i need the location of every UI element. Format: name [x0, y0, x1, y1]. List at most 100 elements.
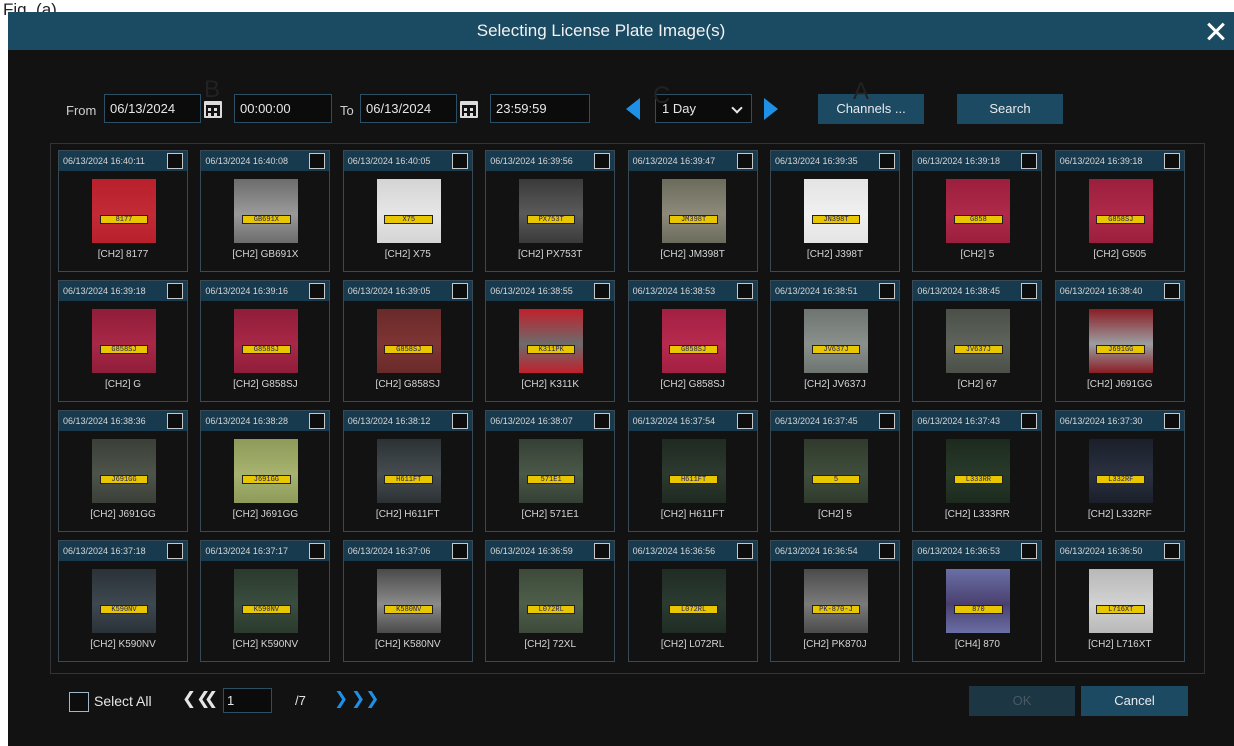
tile-checkbox[interactable]: [1021, 153, 1038, 169]
to-calendar-icon[interactable]: [460, 101, 478, 118]
tile-checkbox[interactable]: [451, 153, 468, 169]
close-icon[interactable]: [1200, 14, 1230, 48]
tile-checkbox[interactable]: [594, 283, 611, 299]
tile-checkbox[interactable]: [1163, 283, 1180, 299]
result-tile[interactable]: 06/13/2024 16:37:54 H611FT [CH2] H611FT: [627, 410, 758, 532]
plate-thumbnail[interactable]: PX753T: [519, 179, 584, 243]
plate-thumbnail[interactable]: L332RF: [1088, 439, 1153, 503]
result-tile[interactable]: 06/13/2024 16:39:16 G858SJ [CH2] G858SJ: [200, 280, 331, 402]
page-number-input[interactable]: 1: [223, 688, 272, 713]
result-tile[interactable]: 06/13/2024 16:40:05 X75 [CH2] X75: [342, 150, 473, 272]
tile-checkbox[interactable]: [736, 543, 753, 559]
tile-checkbox[interactable]: [451, 543, 468, 559]
select-all-label[interactable]: Select All: [94, 693, 152, 709]
plate-thumbnail[interactable]: J691GG: [92, 439, 156, 503]
plate-thumbnail[interactable]: G858SJ: [661, 309, 726, 373]
plate-thumbnail[interactable]: K311PK: [519, 309, 584, 373]
result-tile[interactable]: 06/13/2024 16:39:18 G858 [CH2] 5: [912, 150, 1043, 272]
result-tile[interactable]: 06/13/2024 16:38:40 J691GG [CH2] J691GG: [1054, 280, 1185, 402]
plate-thumbnail[interactable]: L716XT: [1088, 569, 1153, 633]
result-tile[interactable]: 06/13/2024 16:37:30 L332RF [CH2] L332RF: [1054, 410, 1185, 532]
tile-checkbox[interactable]: [1021, 543, 1038, 559]
tile-checkbox[interactable]: [594, 413, 611, 429]
plate-thumbnail[interactable]: JV637J: [946, 309, 1011, 373]
ok-button[interactable]: OK: [969, 686, 1075, 716]
plate-thumbnail[interactable]: G858: [946, 179, 1011, 243]
to-date-field[interactable]: 06/13/2024: [360, 94, 457, 123]
result-tile[interactable]: 06/13/2024 16:38:36 J691GG [CH2] J691GG: [58, 410, 188, 532]
tile-checkbox[interactable]: [309, 413, 326, 429]
plate-thumbnail[interactable]: K590NV: [234, 569, 299, 633]
result-tile[interactable]: 06/13/2024 16:36:59 L072RL [CH2] 72XL: [485, 540, 616, 662]
tile-checkbox[interactable]: [167, 543, 183, 559]
tile-checkbox[interactable]: [309, 283, 326, 299]
plate-thumbnail[interactable]: L333RR: [946, 439, 1011, 503]
plate-thumbnail[interactable]: G858SJ: [376, 309, 441, 373]
result-tile[interactable]: 06/13/2024 16:36:54 PK-870-J [CH2] PK870J: [770, 540, 900, 662]
plate-thumbnail[interactable]: 571E1: [519, 439, 584, 503]
plate-thumbnail[interactable]: J691GG: [1088, 309, 1153, 373]
plate-thumbnail[interactable]: H611FT: [376, 439, 441, 503]
plate-thumbnail[interactable]: PK-870-J: [804, 569, 868, 633]
result-tile[interactable]: 06/13/2024 16:38:28 J691GG [CH2] J691GG: [200, 410, 331, 532]
tile-checkbox[interactable]: [879, 153, 895, 169]
next-page-icon[interactable]: ❯: [334, 689, 348, 709]
result-tile[interactable]: 06/13/2024 16:38:51 JV637J [CH2] JV637J: [770, 280, 900, 402]
tile-checkbox[interactable]: [594, 543, 611, 559]
tile-checkbox[interactable]: [1021, 413, 1038, 429]
result-tile[interactable]: 06/13/2024 16:39:56 PX753T [CH2] PX753T: [485, 150, 616, 272]
tile-checkbox[interactable]: [309, 543, 326, 559]
result-tile[interactable]: 06/13/2024 16:39:05 G858SJ [CH2] G858SJ: [342, 280, 473, 402]
plate-thumbnail[interactable]: 8177: [92, 179, 156, 243]
result-tile[interactable]: 06/13/2024 16:39:18 G858SJ [CH2] G505: [1054, 150, 1185, 272]
select-all-checkbox[interactable]: [69, 692, 89, 712]
from-date-field[interactable]: 06/13/2024: [104, 94, 201, 123]
tile-checkbox[interactable]: [167, 153, 183, 169]
result-tile[interactable]: 06/13/2024 16:40:08 GB691X [CH2] GB691X: [200, 150, 331, 272]
plate-thumbnail[interactable]: K580NV: [376, 569, 441, 633]
result-tile[interactable]: 06/13/2024 16:37:45 5 [CH2] 5: [770, 410, 900, 532]
result-tile[interactable]: 06/13/2024 16:38:53 G858SJ [CH2] G858SJ: [627, 280, 758, 402]
tile-checkbox[interactable]: [309, 153, 326, 169]
last-page-icon[interactable]: ❯❯: [351, 689, 380, 709]
plate-thumbnail[interactable]: JV637J: [804, 309, 868, 373]
result-tile[interactable]: 06/13/2024 16:37:06 K580NV [CH2] K580NV: [342, 540, 473, 662]
cancel-button[interactable]: Cancel: [1081, 686, 1188, 716]
plate-thumbnail[interactable]: L072RL: [661, 569, 726, 633]
plate-thumbnail[interactable]: J691GG: [234, 439, 299, 503]
result-tile[interactable]: 06/13/2024 16:39:35 JN398T [CH2] J398T: [770, 150, 900, 272]
tile-checkbox[interactable]: [594, 153, 611, 169]
tile-checkbox[interactable]: [451, 283, 468, 299]
previous-range-icon[interactable]: [626, 98, 640, 120]
result-tile[interactable]: 06/13/2024 16:36:50 L716XT [CH2] L716XT: [1054, 540, 1185, 662]
plate-thumbnail[interactable]: JN398T: [804, 179, 868, 243]
tile-checkbox[interactable]: [167, 413, 183, 429]
tile-checkbox[interactable]: [736, 153, 753, 169]
plate-thumbnail[interactable]: K590NV: [92, 569, 156, 633]
from-time-field[interactable]: 00:00:00: [234, 94, 332, 123]
result-tile[interactable]: 06/13/2024 16:37:43 L333RR [CH2] L333RR: [912, 410, 1043, 532]
next-range-icon[interactable]: [764, 98, 778, 120]
tile-checkbox[interactable]: [879, 413, 895, 429]
plate-thumbnail[interactable]: G858SJ: [1088, 179, 1153, 243]
tile-checkbox[interactable]: [451, 413, 468, 429]
result-tile[interactable]: 06/13/2024 16:38:07 571E1 [CH2] 571E1: [485, 410, 616, 532]
tile-checkbox[interactable]: [1163, 413, 1180, 429]
result-tile[interactable]: 06/13/2024 16:36:56 L072RL [CH2] L072RL: [627, 540, 758, 662]
channels-button[interactable]: Channels ...: [818, 94, 924, 124]
plate-thumbnail[interactable]: GB691X: [234, 179, 299, 243]
previous-page-icon[interactable]: ❮: [204, 689, 218, 709]
result-tile[interactable]: 06/13/2024 16:38:45 JV637J [CH2] 67: [912, 280, 1043, 402]
plate-thumbnail[interactable]: JM398T: [661, 179, 726, 243]
plate-thumbnail[interactable]: H611FT: [661, 439, 726, 503]
tile-checkbox[interactable]: [736, 413, 753, 429]
plate-thumbnail[interactable]: G858SJ: [234, 309, 299, 373]
plate-thumbnail[interactable]: 870: [946, 569, 1011, 633]
result-tile[interactable]: 06/13/2024 16:40:11 8177 [CH2] 8177: [58, 150, 188, 272]
tile-checkbox[interactable]: [167, 283, 183, 299]
result-tile[interactable]: 06/13/2024 16:38:55 K311PK [CH2] K311K: [485, 280, 616, 402]
plate-thumbnail[interactable]: 5: [804, 439, 868, 503]
tile-checkbox[interactable]: [1163, 543, 1180, 559]
tile-checkbox[interactable]: [736, 283, 753, 299]
tile-checkbox[interactable]: [879, 283, 895, 299]
